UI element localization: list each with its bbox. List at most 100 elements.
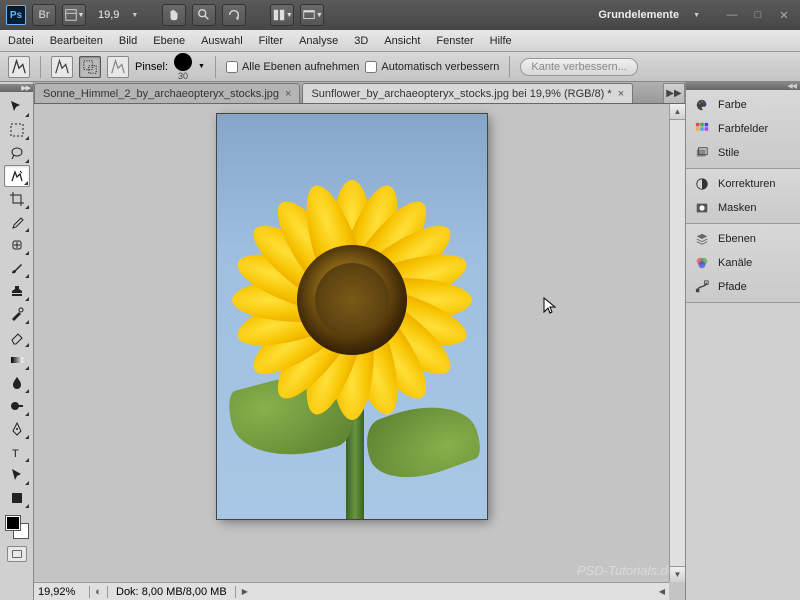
subtract-selection-mode[interactable]: [107, 56, 129, 78]
close-tab-icon[interactable]: ×: [285, 88, 291, 100]
panel-pfade[interactable]: Pfade: [686, 275, 800, 299]
document-tabstrip: Sonne_Himmel_2_by_archaeopteryx_stocks.j…: [34, 82, 685, 104]
crop-tool[interactable]: [4, 188, 30, 210]
panel-group-layers: Ebenen Kanäle Pfade: [686, 224, 800, 303]
clone-stamp-tool[interactable]: [4, 280, 30, 302]
panel-kanaele[interactable]: Kanäle: [686, 251, 800, 275]
blur-tool[interactable]: [4, 372, 30, 394]
menu-ebene[interactable]: Ebene: [153, 35, 185, 47]
screen-mode-button[interactable]: ▼: [300, 4, 324, 26]
maximize-window[interactable]: □: [751, 8, 765, 22]
brush-preview[interactable]: [174, 53, 192, 71]
quick-mask-toggle[interactable]: [7, 546, 27, 562]
auto-enhance-checkbox[interactable]: Automatisch verbessern: [365, 61, 499, 73]
workspace-switcher[interactable]: Grundelemente: [590, 9, 687, 21]
scroll-left-icon[interactable]: ◀: [655, 587, 669, 596]
adjustments-icon: [694, 176, 710, 192]
move-tool[interactable]: [4, 96, 30, 118]
status-bar: 19,92% ◐ Dok: 8,00 MB/8,00 MB ▶ ◀: [34, 582, 669, 600]
panel-stile[interactable]: Stile: [686, 141, 800, 165]
path-selection-tool[interactable]: [4, 464, 30, 486]
document-tab-active[interactable]: Sunflower_by_archaeopteryx_stocks.jpg be…: [302, 83, 633, 103]
document-area: Sonne_Himmel_2_by_archaeopteryx_stocks.j…: [34, 82, 685, 600]
healing-tool[interactable]: [4, 234, 30, 256]
mouse-cursor-icon: [543, 297, 559, 317]
color-swatches[interactable]: [6, 516, 28, 538]
panel-farbe[interactable]: Farbe: [686, 93, 800, 117]
scroll-down-icon[interactable]: ▼: [670, 566, 685, 582]
hand-tool-button[interactable]: [162, 4, 186, 26]
options-bar: Pinsel: 30 ▼ Alle Ebenen aufnehmen Autom…: [0, 52, 800, 82]
layers-icon: [694, 231, 710, 247]
menu-filter[interactable]: Filter: [259, 35, 283, 47]
tab-overflow-button[interactable]: ▶▶: [663, 83, 685, 103]
menu-bearbeiten[interactable]: Bearbeiten: [50, 35, 103, 47]
panel-group-adjustments: Korrekturen Masken: [686, 169, 800, 224]
arrange-documents-button[interactable]: ▼: [270, 4, 294, 26]
menu-bar: Datei Bearbeiten Bild Ebene Auswahl Filt…: [0, 30, 800, 52]
svg-text:T: T: [12, 448, 19, 460]
quick-selection-tool[interactable]: [4, 165, 30, 187]
close-tab-icon[interactable]: ×: [618, 88, 624, 100]
marquee-tool[interactable]: [4, 119, 30, 141]
panel-masken[interactable]: Masken: [686, 196, 800, 220]
styles-icon: [694, 145, 710, 161]
dock-header[interactable]: ◀◀: [686, 82, 800, 90]
dodge-tool[interactable]: [4, 395, 30, 417]
document-size[interactable]: Dok: 8,00 MB/8,00 MB: [108, 586, 236, 598]
document-tab-inactive[interactable]: Sonne_Himmel_2_by_archaeopteryx_stocks.j…: [34, 83, 300, 103]
pen-tool[interactable]: [4, 418, 30, 440]
add-selection-mode[interactable]: [79, 56, 101, 78]
zoom-tool-button[interactable]: [192, 4, 216, 26]
panel-ebenen[interactable]: Ebenen: [686, 227, 800, 251]
palette-icon: [694, 97, 710, 113]
close-window[interactable]: ✕: [777, 8, 791, 22]
sample-all-layers-checkbox[interactable]: Alle Ebenen aufnehmen: [226, 61, 359, 73]
brush-size: 30: [178, 71, 188, 81]
masks-icon: [694, 200, 710, 216]
eyedropper-tool[interactable]: [4, 211, 30, 233]
panel-farbfelder[interactable]: Farbfelder: [686, 117, 800, 141]
tools-panel: ▶▶ T: [0, 82, 34, 600]
panel-group-appearance: Farbe Farbfelder Stile: [686, 90, 800, 169]
menu-analyse[interactable]: Analyse: [299, 35, 338, 47]
canvas-viewport[interactable]: PSD-Tutorials.de ▲ ▼ 19,92% ◐ Dok: 8,00 …: [34, 104, 685, 600]
zoom-input[interactable]: 19,92%: [34, 586, 90, 598]
panel-korrekturen[interactable]: Korrekturen: [686, 172, 800, 196]
menu-3d[interactable]: 3D: [354, 35, 368, 47]
channels-icon: [694, 255, 710, 271]
right-panel-dock: ◀◀ Farbe Farbfelder Stile Korrekturen Ma…: [685, 82, 800, 600]
vertical-scrollbar[interactable]: ▲ ▼: [669, 104, 685, 582]
scroll-up-icon[interactable]: ▲: [670, 104, 685, 120]
menu-auswahl[interactable]: Auswahl: [201, 35, 243, 47]
selected-tool-icon[interactable]: [8, 56, 30, 78]
brush-tool[interactable]: [4, 257, 30, 279]
new-selection-mode[interactable]: [51, 56, 73, 78]
tab-title: Sunflower_by_archaeopteryx_stocks.jpg be…: [311, 88, 611, 100]
lasso-tool[interactable]: [4, 142, 30, 164]
menu-fenster[interactable]: Fenster: [436, 35, 473, 47]
rotate-view-button[interactable]: [222, 4, 246, 26]
minimize-window[interactable]: —: [725, 8, 739, 22]
tools-panel-header[interactable]: ▶▶: [0, 84, 33, 92]
info-icon[interactable]: ◐: [90, 586, 108, 598]
eraser-tool[interactable]: [4, 326, 30, 348]
menu-hilfe[interactable]: Hilfe: [490, 35, 512, 47]
menu-ansicht[interactable]: Ansicht: [384, 35, 420, 47]
info-dropdown-icon[interactable]: ▶: [236, 587, 254, 596]
bridge-button[interactable]: Br: [32, 4, 56, 26]
swatches-icon: [694, 121, 710, 137]
shape-tool[interactable]: [4, 487, 30, 509]
type-tool[interactable]: T: [4, 441, 30, 463]
menu-bild[interactable]: Bild: [119, 35, 137, 47]
gradient-tool[interactable]: [4, 349, 30, 371]
paths-icon: [694, 279, 710, 295]
view-extras-button[interactable]: ▼: [62, 4, 86, 26]
watermark-text: PSD-Tutorials.de: [577, 563, 675, 578]
menu-datei[interactable]: Datei: [8, 35, 34, 47]
document-canvas[interactable]: [217, 114, 487, 519]
refine-edge-button[interactable]: Kante verbessern...: [520, 58, 637, 76]
history-brush-tool[interactable]: [4, 303, 30, 325]
zoom-level[interactable]: 19,9: [92, 9, 125, 21]
brush-label: Pinsel:: [135, 61, 168, 73]
